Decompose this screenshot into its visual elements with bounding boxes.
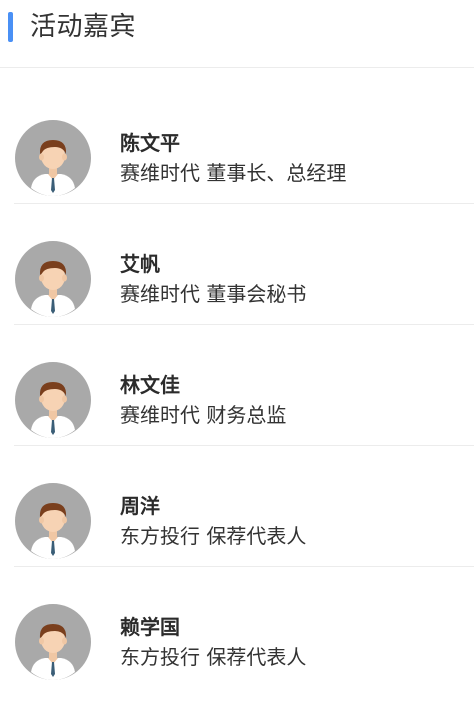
- guest-item[interactable]: 赖学国 东方投行 保荐代表人: [14, 567, 474, 688]
- person-avatar-icon: [15, 483, 91, 559]
- guest-title: 赛维时代 财务总监: [120, 403, 287, 427]
- guest-name: 陈文平: [120, 131, 180, 155]
- guest-title: 赛维时代 董事会秘书: [120, 282, 307, 306]
- guest-item[interactable]: 艾帆 赛维时代 董事会秘书: [14, 204, 474, 325]
- guest-name: 林文佳: [120, 373, 180, 397]
- person-avatar-icon: [15, 604, 91, 680]
- guest-title: 东方投行 保荐代表人: [120, 524, 307, 548]
- person-avatar-icon: [15, 241, 91, 317]
- guest-title: 东方投行 保荐代表人: [120, 645, 307, 669]
- guest-item[interactable]: 陈文平 赛维时代 董事长、总经理: [14, 83, 474, 204]
- guest-name: 赖学国: [120, 615, 180, 639]
- guest-name: 周洋: [120, 494, 160, 518]
- section-title: 活动嘉宾: [30, 12, 137, 42]
- person-avatar-icon: [15, 362, 91, 438]
- guest-title: 赛维时代 董事长、总经理: [120, 161, 347, 185]
- section-header: 活动嘉宾: [0, 0, 474, 68]
- person-avatar-icon: [15, 120, 91, 196]
- header-accent-bar: [8, 12, 13, 42]
- guest-item[interactable]: 周洋 东方投行 保荐代表人: [14, 446, 474, 567]
- guest-name: 艾帆: [120, 252, 160, 276]
- guest-item[interactable]: 林文佳 赛维时代 财务总监: [14, 325, 474, 446]
